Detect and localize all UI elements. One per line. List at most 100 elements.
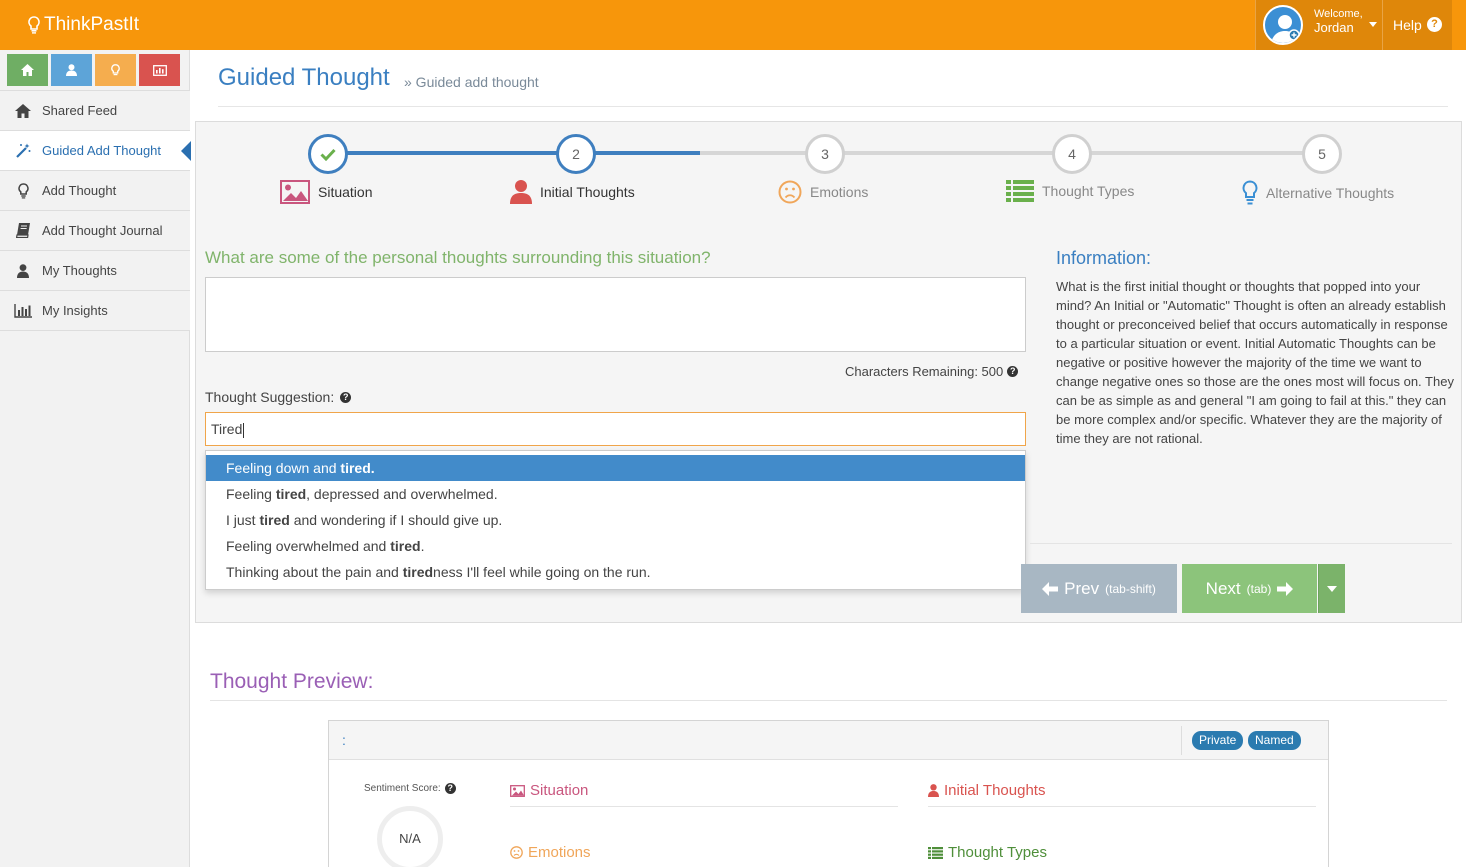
step-1-label[interactable]: Situation <box>280 180 372 204</box>
step-3-circle[interactable]: 3 <box>805 134 845 174</box>
book-icon <box>14 222 32 240</box>
sidebar-item-label: Guided Add Thought <box>42 143 162 158</box>
sidebar-item-label: Add Thought Journal <box>42 223 163 238</box>
breadcrumb[interactable]: » Guided add thought <box>404 74 539 90</box>
sidebar-nav: Shared Feed Guided Add Thought Add Thoug… <box>0 90 191 331</box>
arrow-right-icon <box>1277 581 1294 596</box>
preview-title: Thought Preview: <box>210 670 374 693</box>
suggestion-option[interactable]: Feeling overwhelmed and tired. <box>206 533 1025 559</box>
user-icon <box>510 180 532 204</box>
thought-question: What are some of the personal thoughts s… <box>205 248 711 267</box>
step-4-label[interactable]: Thought Types <box>1006 180 1134 202</box>
question-icon[interactable]: ? <box>340 391 352 403</box>
suggestion-option[interactable]: Feeling tired, depressed and overwhelmed… <box>206 481 1025 507</box>
question-icon[interactable]: ? <box>1007 366 1019 377</box>
step-number: 5 <box>1318 146 1326 162</box>
step-number: 3 <box>821 146 829 162</box>
home-icon <box>14 102 32 120</box>
quick-links <box>7 54 180 86</box>
step-2-circle[interactable]: 2 <box>556 134 596 174</box>
preview-emotions-heading: Emotions <box>510 844 591 861</box>
lightbulb-icon <box>28 16 40 34</box>
step-number: 4 <box>1068 146 1076 162</box>
picture-icon <box>152 64 167 76</box>
sidebar-item-my-thoughts[interactable]: My Thoughts <box>0 251 190 291</box>
step-label-text: Thought Types <box>1042 183 1135 199</box>
checkmark-icon <box>320 148 336 162</box>
prev-label: Prev <box>1064 578 1100 598</box>
preview-initial-thoughts-heading: Initial Thoughts <box>928 782 1045 799</box>
help-button[interactable]: Help ? <box>1382 0 1452 50</box>
suggestion-option[interactable]: Feeling down and tired. <box>206 455 1025 481</box>
card-header: : Private Named <box>329 721 1328 760</box>
information-title: Information: <box>1056 248 1152 268</box>
list-icon <box>928 846 943 859</box>
suggestion-label-text: Thought Suggestion: <box>205 389 335 405</box>
suggestion-label: Thought Suggestion: ? <box>205 389 352 405</box>
sentiment-label: Sentiment Score: ? <box>364 783 456 794</box>
suggestion-option[interactable]: Thinking about the pain and tiredness I'… <box>206 559 1025 585</box>
help-label: Help <box>1393 17 1422 33</box>
sidebar: Shared Feed Guided Add Thought Add Thoug… <box>0 50 191 867</box>
sidebar-item-shared-feed[interactable]: Shared Feed <box>0 91 190 131</box>
avatar[interactable] <box>1263 5 1303 45</box>
step-2-label[interactable]: Initial Thoughts <box>510 180 635 204</box>
sidebar-item-my-insights[interactable]: My Insights <box>0 291 190 331</box>
lightbulb-icon <box>1242 180 1258 205</box>
step-3-label[interactable]: Emotions <box>778 180 868 204</box>
picture-icon <box>510 784 525 797</box>
next-options-toggle[interactable] <box>1318 564 1345 613</box>
private-badge: Private <box>1192 731 1244 750</box>
sidebar-item-guided-add-thought[interactable]: Guided Add Thought <box>0 131 191 171</box>
preview-situation-label: Situation <box>530 782 589 799</box>
suggestion-input[interactable]: Tired <box>205 412 1026 446</box>
quick-insights-button[interactable] <box>139 54 180 86</box>
step-4-circle[interactable]: 4 <box>1052 134 1092 174</box>
user-icon <box>928 784 939 797</box>
step-1-circle[interactable] <box>308 134 348 174</box>
list-icon <box>1006 180 1034 202</box>
lightbulb-icon <box>14 182 32 200</box>
sidebar-item-label: Add Thought <box>42 183 117 198</box>
suggestion-input-value: Tired <box>211 421 243 437</box>
sidebar-item-label: My Thoughts <box>42 263 117 278</box>
sidebar-item-label: Shared Feed <box>42 103 118 118</box>
brand-logo[interactable]: ThinkPastIt <box>28 14 139 36</box>
step-5-label[interactable]: Alternative Thoughts <box>1242 180 1394 206</box>
next-button[interactable]: Next (tab) <box>1182 564 1317 613</box>
preview-divider <box>210 700 1447 701</box>
quick-home-button[interactable] <box>7 54 48 86</box>
preview-situation-heading: Situation <box>510 782 588 799</box>
step-connector-done <box>347 151 559 155</box>
card-title: : <box>342 732 346 748</box>
user-menu[interactable]: Welcome, Jordan <box>1255 0 1382 50</box>
step-number: 2 <box>572 146 580 162</box>
arrow-left-icon <box>1042 581 1059 596</box>
sentiment-score: N/A <box>377 806 443 867</box>
bar-chart-icon <box>14 302 32 320</box>
quick-thought-button[interactable] <box>95 54 136 86</box>
prev-button[interactable]: Prev (tab-shift) <box>1021 564 1177 613</box>
situation-divider <box>510 806 898 807</box>
quick-profile-button[interactable] <box>51 54 92 86</box>
preview-initial-thoughts-label: Initial Thoughts <box>944 782 1046 799</box>
welcome-text: Welcome, Jordan <box>1314 8 1363 34</box>
next-label: Next <box>1205 578 1241 598</box>
chevron-down-icon <box>1369 22 1377 27</box>
card-header-divider <box>1181 726 1182 755</box>
thought-textarea[interactable] <box>205 277 1026 352</box>
preview-thought-types-heading: Thought Types <box>928 844 1047 861</box>
information-text: What is the first initial thought or tho… <box>1056 279 1454 446</box>
initial-thoughts-divider <box>928 806 1316 807</box>
suggestion-option[interactable]: I just tired and wondering if I should g… <box>206 507 1025 533</box>
sidebar-item-add-thought-journal[interactable]: Add Thought Journal <box>0 211 190 251</box>
prev-hint: (tab-shift) <box>1105 581 1156 596</box>
step-5-circle[interactable]: 5 <box>1302 134 1342 174</box>
question-icon[interactable]: ? <box>444 783 456 794</box>
step-label-text: Situation <box>318 184 373 200</box>
sidebar-item-add-thought[interactable]: Add Thought <box>0 171 190 211</box>
picture-icon <box>280 180 310 204</box>
preview-emotions-label: Emotions <box>528 844 591 861</box>
named-badge: Named <box>1248 731 1301 750</box>
sentiment-label-text: Sentiment Score: <box>364 783 441 794</box>
